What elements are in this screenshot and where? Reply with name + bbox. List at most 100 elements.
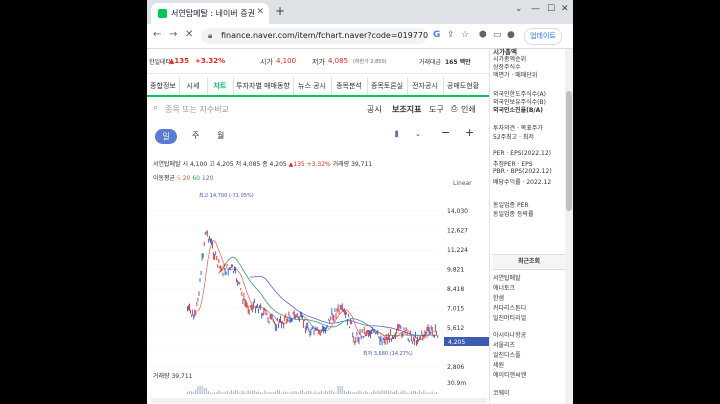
candle-chart-icon[interactable]: ⫴ — [395, 130, 398, 140]
recent-item[interactable]: 커다리스튼디 — [493, 303, 526, 312]
close-tab-icon[interactable]: ✕ — [256, 7, 264, 17]
close-window-icon[interactable]: ✕ — [561, 4, 569, 14]
url-text: finance.naver.com/item/fchart.naver?code… — [221, 31, 429, 40]
print-icon[interactable]: ⎙ — [451, 104, 457, 114]
stop-icon[interactable]: ✕ — [185, 29, 193, 40]
forward-icon[interactable]: → — [169, 29, 177, 40]
candle — [375, 331, 377, 335]
candle — [274, 323, 276, 331]
tab-analysis[interactable]: 종목분석 — [331, 77, 368, 95]
tab-summary[interactable]: 종합정보 — [147, 77, 180, 95]
recent-item[interactable]: 한샘 — [493, 293, 504, 302]
candle — [286, 318, 288, 324]
disclosure-button[interactable]: 공시 — [367, 104, 382, 115]
candle — [324, 326, 325, 332]
candle — [265, 310, 267, 315]
extensions-icon[interactable]: ⬢ — [479, 30, 487, 40]
volume-label: 거래량 39,711 — [153, 373, 193, 380]
sidepanel-icon[interactable]: ▭ — [493, 30, 502, 40]
volume-bar — [404, 391, 406, 394]
new-tab-icon[interactable]: + — [275, 4, 285, 18]
tab-quotes[interactable]: 시세 — [179, 77, 208, 95]
tab-investor-trend[interactable]: 투자자별 매매동향 — [233, 77, 294, 95]
volume-bar — [302, 390, 303, 394]
scale-select[interactable]: Linear — [453, 180, 472, 187]
recent-item[interactable]: 서울리츠 — [493, 340, 515, 349]
zoom-out-icon[interactable]: − — [441, 126, 450, 139]
tab-chart[interactable]: 차트 — [207, 77, 234, 95]
recent-item[interactable]: 에이티앤씨엔 — [493, 370, 526, 379]
candle — [215, 251, 217, 256]
vertical-scrollbar[interactable] — [565, 49, 573, 404]
volume-bar — [364, 390, 366, 394]
candle — [422, 333, 424, 341]
tab-disclosure[interactable]: 전자공시 — [407, 77, 444, 95]
candle — [225, 271, 227, 275]
compare-search-input[interactable]: 종목 또는 지수비교 — [165, 104, 229, 115]
volume-bar — [316, 392, 318, 394]
candle — [229, 267, 231, 270]
recent-item[interactable]: 세원 — [493, 360, 504, 369]
chart-info: 서연탑메탈 시 4,100 고 4,205 저 4,085 종 4,205 ▲1… — [153, 159, 372, 168]
recent-item[interactable]: 일진디스플 — [493, 350, 521, 359]
candle — [397, 324, 399, 331]
candle — [275, 324, 277, 332]
candle — [223, 263, 225, 271]
candle — [351, 320, 353, 325]
recent-item[interactable]: 에너토크 — [493, 283, 515, 292]
chevron-down-icon[interactable]: ⌄ — [415, 130, 421, 138]
candle — [211, 238, 212, 245]
update-button[interactable]: 업데이트 — [524, 28, 562, 45]
volume-bar — [402, 390, 404, 394]
tab-discussion[interactable]: 종목토론실 — [367, 77, 408, 95]
volume-bar — [423, 390, 425, 394]
volume-bar — [253, 390, 255, 394]
google-icon[interactable]: G — [433, 30, 440, 40]
horizontal-scrollbar[interactable] — [151, 398, 487, 403]
candle — [421, 330, 423, 335]
candle — [410, 335, 412, 342]
browser-tab[interactable]: 서연탑메탈 : 네이버 증권 ✕ — [151, 3, 269, 24]
y-tick-label: 2,806 — [447, 364, 464, 371]
candle — [305, 326, 307, 334]
candle — [333, 315, 335, 322]
share-icon[interactable]: ⇪ — [447, 30, 455, 40]
back-icon[interactable]: ← — [153, 29, 161, 40]
indicator-button[interactable]: 보조지표 — [392, 104, 421, 115]
print-button[interactable]: 인쇄 — [461, 104, 476, 115]
candle — [271, 314, 273, 320]
chart-low: 저 4,085 — [235, 161, 261, 168]
chevron-down-icon[interactable]: ⌄ — [515, 4, 523, 14]
zoom-in-icon[interactable]: + — [465, 126, 474, 139]
price-chart[interactable]: 14,030 12,627 11,224 9,821 8,418 7,015 5,612 2,… — [147, 189, 489, 399]
volume-bar — [258, 391, 260, 394]
volume-bar — [224, 391, 226, 394]
volume-bar — [421, 392, 423, 394]
minimize-icon[interactable]: — — [531, 4, 540, 14]
candle — [378, 336, 380, 339]
recent-item[interactable]: 코웨이 — [493, 388, 510, 397]
candle — [279, 318, 280, 323]
tools-button[interactable]: 도구 — [429, 104, 444, 115]
recent-item[interactable]: 서연탑메탈 — [493, 273, 521, 282]
candle — [301, 312, 302, 318]
candle — [310, 329, 312, 336]
address-bar[interactable]: 🔒︎ finance.naver.com/item/fchart.naver?c… — [201, 28, 429, 44]
candle — [354, 341, 356, 345]
maximize-icon[interactable]: ☐ — [547, 4, 555, 14]
profile-icon[interactable]: ● — [507, 30, 515, 40]
candle — [338, 309, 340, 314]
recent-item[interactable]: 아시아나항공 — [493, 330, 526, 339]
period-month-button[interactable]: 월 — [217, 130, 224, 141]
candle — [359, 328, 361, 335]
tab-news[interactable]: 뉴스 공시 — [293, 77, 332, 95]
bookmark-star-icon[interactable]: ☆ — [461, 30, 469, 40]
candle — [226, 263, 228, 267]
volume-bar — [435, 391, 437, 394]
recent-item[interactable]: 일진머티리얼 — [493, 313, 526, 322]
scrollbar-thumb[interactable] — [566, 91, 572, 211]
period-week-button[interactable]: 주 — [192, 130, 199, 141]
tab-short-selling[interactable]: 공매도현황 — [443, 77, 483, 95]
period-day-button[interactable]: 일 — [155, 129, 177, 144]
volume-bar — [216, 392, 218, 394]
